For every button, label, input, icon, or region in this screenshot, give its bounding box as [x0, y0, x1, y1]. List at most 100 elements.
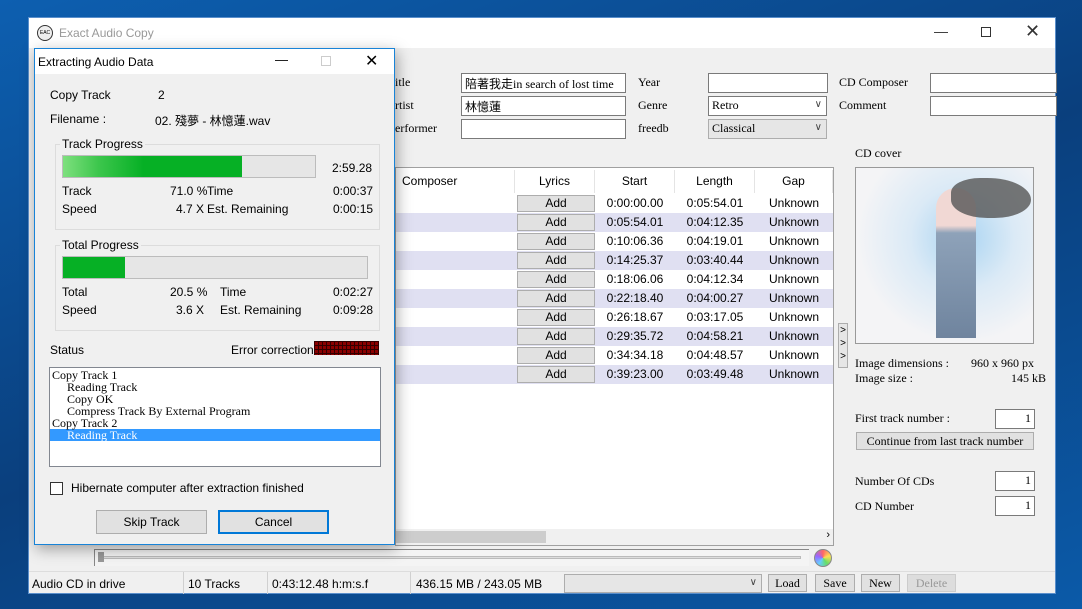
length-cell: 0:04:12.35	[686, 215, 744, 229]
track-progress-bar	[62, 155, 316, 178]
column-header-length[interactable]: Length	[675, 170, 755, 193]
column-header-gap[interactable]: Gap	[755, 170, 833, 193]
add-lyrics-button[interactable]: Add	[517, 290, 595, 307]
cd-icon[interactable]	[814, 549, 832, 567]
table-row[interactable]: Add 0:14:25.37 0:03:40.44 Unknown	[396, 251, 833, 270]
gap-cell: Unknown	[768, 234, 820, 248]
gap-cell: Unknown	[768, 348, 820, 362]
load-button[interactable]: Load	[768, 574, 807, 592]
table-row[interactable]: Add 0:29:35.72 0:04:58.21 Unknown	[396, 327, 833, 346]
minimize-button[interactable]: —	[934, 23, 954, 39]
table-row[interactable]: Add 0:26:18.67 0:03:17.05 Unknown	[396, 308, 833, 327]
add-lyrics-button[interactable]: Add	[517, 252, 595, 269]
total-speed-label: Speed	[62, 303, 97, 317]
cd-cover-image[interactable]	[855, 167, 1034, 344]
start-cell: 0:22:18.40	[606, 291, 664, 305]
filename-label: Filename :	[50, 112, 107, 126]
start-cell: 0:34:34.18	[606, 348, 664, 362]
comment-input[interactable]	[930, 96, 1057, 116]
add-lyrics-button[interactable]: Add	[517, 347, 595, 364]
status-log[interactable]: Copy Track 1 Reading Track Copy OK Compress…	[49, 367, 381, 467]
table-row[interactable]: Add 0:22:18.40 0:04:00.27 Unknown	[396, 289, 833, 308]
year-input[interactable]	[708, 73, 828, 93]
copy-track-value: 2	[158, 88, 165, 102]
close-button[interactable]: ✕	[1025, 21, 1040, 42]
minimize-button[interactable]: —	[275, 52, 288, 67]
log-line[interactable]: Reading Track	[50, 429, 380, 441]
add-lyrics-button[interactable]: Add	[517, 328, 595, 345]
gap-cell: Unknown	[768, 215, 820, 229]
column-header-lyrics[interactable]: Lyrics	[515, 170, 595, 193]
total-time-label: Time	[220, 285, 247, 299]
genre-select[interactable]: Retro ∨	[708, 96, 827, 116]
start-cell: 0:39:23.00	[606, 367, 664, 381]
table-row[interactable]: Add 0:10:06.36 0:04:19.01 Unknown	[396, 232, 833, 251]
hibernate-label[interactable]: Hibernate computer after extraction fini…	[71, 481, 304, 495]
gap-cell: Unknown	[768, 367, 820, 381]
table-row[interactable]: Add 0:39:23.00 0:03:49.48 Unknown	[396, 365, 833, 384]
add-lyrics-button[interactable]: Add	[517, 366, 595, 383]
artist-input[interactable]: 林憶蓮	[461, 96, 626, 116]
skip-track-button[interactable]: Skip Track	[96, 510, 207, 534]
total-progress-label: Total Progress	[60, 238, 141, 252]
divider	[410, 572, 411, 594]
hibernate-checkbox[interactable]	[50, 482, 63, 495]
horizontal-scrollbar[interactable]: ›	[396, 529, 833, 545]
start-cell: 0:26:18.67	[606, 310, 664, 324]
new-button[interactable]: New	[861, 574, 900, 592]
cd-number-label: CD Number	[855, 499, 914, 513]
image-dimensions-label: Image dimensions :	[855, 356, 949, 370]
save-button[interactable]: Save	[815, 574, 855, 592]
add-lyrics-button[interactable]: Add	[517, 195, 595, 212]
close-button[interactable]: ✕	[365, 51, 378, 71]
add-lyrics-button[interactable]: Add	[517, 214, 595, 231]
genre-label: Genre	[638, 98, 668, 112]
track-time-label: Time	[207, 184, 234, 198]
add-lyrics-button[interactable]: Add	[517, 271, 595, 288]
copy-track-label: Copy Track	[50, 88, 111, 102]
first-track-input[interactable]: 1	[995, 409, 1035, 429]
table-row[interactable]: Add 0:05:54.01 0:04:12.35 Unknown	[396, 213, 833, 232]
cd-composer-input[interactable]	[930, 73, 1057, 93]
track-percent: 71.0 %	[170, 184, 208, 198]
image-dimensions-value: 960 x 960 px	[971, 356, 1034, 370]
chevron-down-icon: ∨	[814, 122, 822, 133]
scroll-right-icon[interactable]: ›	[826, 529, 830, 541]
performer-input[interactable]	[461, 119, 626, 139]
status-duration: 0:43:12.48 h:m:s.f	[272, 577, 369, 591]
add-lyrics-button[interactable]: Add	[517, 233, 595, 250]
column-header-composer[interactable]: Composer	[396, 170, 515, 193]
total-label: Total	[62, 285, 88, 299]
length-cell: 0:04:12.34	[686, 272, 744, 286]
length-cell: 0:05:54.01	[686, 196, 744, 210]
track-label: Track	[62, 184, 92, 198]
add-lyrics-button[interactable]: Add	[517, 309, 595, 326]
column-header-start[interactable]: Start	[595, 170, 675, 193]
continue-track-number-button[interactable]: Continue from last track number	[856, 432, 1034, 450]
table-row[interactable]: Add 0:34:34.18 0:04:48.57 Unknown	[396, 346, 833, 365]
scrollbar-thumb[interactable]	[396, 531, 546, 543]
number-of-cds-input[interactable]: 1	[995, 471, 1035, 491]
length-cell: 0:04:19.01	[686, 234, 744, 248]
table-row[interactable]: Add 0:18:06.06 0:04:12.34 Unknown	[396, 270, 833, 289]
start-cell: 0:29:35.72	[606, 329, 664, 343]
slider-thumb[interactable]	[98, 552, 104, 562]
freedb-select[interactable]: Classical ∨	[708, 119, 827, 139]
profile-select[interactable]: ∨	[564, 574, 762, 593]
cancel-button[interactable]: Cancel	[218, 510, 329, 534]
cd-cover-label: CD cover	[855, 146, 902, 160]
delete-button[interactable]: Delete	[907, 574, 956, 592]
eac-logo-icon: EAC	[37, 25, 53, 41]
expand-panel-button[interactable]: > > >	[838, 323, 848, 368]
table-row[interactable]: Add 0:00:00.00 0:05:54.01 Unknown	[396, 194, 833, 213]
filename-value: 02. 殘夢 - 林憶蓮.wav	[155, 114, 271, 128]
cd-number-input[interactable]: 1	[995, 496, 1035, 516]
title-label: itle	[395, 75, 411, 89]
window-title: Exact Audio Copy	[59, 26, 154, 40]
title-input[interactable]: 陪著我走in search of lost time	[461, 73, 626, 93]
position-slider[interactable]	[94, 549, 809, 566]
image-size-value: 145 kB	[1011, 371, 1047, 385]
maximize-button[interactable]	[981, 27, 991, 37]
cover-hair	[951, 178, 1031, 218]
status-label: Status	[50, 343, 85, 357]
